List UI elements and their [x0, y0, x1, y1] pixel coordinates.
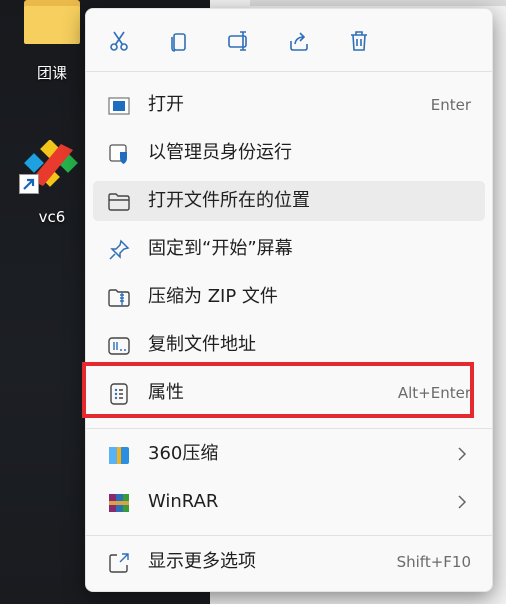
chevron-right-icon	[458, 495, 467, 509]
menu-item-label: 显示更多选项	[148, 551, 256, 572]
menu-item-show-more-options[interactable]: 显示更多选项 Shift+F10	[93, 542, 485, 582]
menu-item-label: WinRAR	[148, 491, 219, 512]
menu-item-copy-path[interactable]: 复制文件地址	[93, 325, 485, 365]
menu-separator	[86, 428, 492, 429]
menu-separator	[86, 71, 492, 72]
share-button[interactable]	[281, 23, 317, 59]
folder-icon	[22, 0, 82, 44]
red-highlight-box	[82, 362, 474, 418]
more-options-icon	[107, 552, 131, 574]
desktop-icon-tuanke[interactable]: 团课	[16, 0, 88, 83]
desktop-icon-label: 团课	[36, 64, 67, 82]
menu-toolbar	[86, 9, 492, 71]
desktop-icon-vc6[interactable]: vc6	[16, 139, 88, 226]
menu-item-label: 打开文件所在的位置	[148, 190, 310, 211]
menu-item-label: 打开	[148, 94, 184, 115]
shield-icon	[107, 143, 131, 165]
copy-button[interactable]	[161, 23, 197, 59]
360-compress-icon	[107, 444, 131, 466]
rename-icon	[228, 31, 247, 51]
menu-item-360-compress[interactable]: 360压缩	[93, 434, 485, 474]
menu-item-label: 复制文件地址	[148, 334, 256, 355]
menu-item-label: 压缩为 ZIP 文件	[148, 286, 278, 307]
copy-icon	[171, 33, 186, 52]
menu-item-pin-to-start[interactable]: 固定到“开始”屏幕	[93, 229, 485, 269]
scissors-icon	[110, 31, 128, 51]
menu-item-shortcut: Shift+F10	[396, 553, 471, 571]
desktop-icon-label: vc6	[38, 208, 66, 226]
cut-button[interactable]	[101, 23, 137, 59]
share-icon	[290, 32, 308, 51]
winrar-icon	[107, 492, 131, 514]
delete-button[interactable]	[341, 23, 377, 59]
shortcut-arrow-icon	[19, 174, 39, 194]
context-menu: 打开 Enter 以管理员身份运行 打开文件所在的位置 固定到“开始”屏幕 压缩…	[85, 8, 493, 592]
folder-icon	[107, 191, 131, 213]
menu-item-open[interactable]: 打开 Enter	[93, 85, 485, 125]
zip-folder-icon	[107, 287, 131, 309]
menu-item-label: 360压缩	[148, 443, 219, 464]
open-window-icon	[107, 95, 131, 117]
pin-icon	[107, 239, 131, 261]
menu-item-compress-zip[interactable]: 压缩为 ZIP 文件	[93, 277, 485, 317]
background-window-edge	[250, 0, 506, 6]
chevron-right-icon	[458, 447, 467, 461]
trash-icon	[351, 31, 367, 51]
rename-button[interactable]	[221, 23, 257, 59]
menu-item-winrar[interactable]: WinRAR	[93, 482, 485, 522]
menu-item-label: 以管理员身份运行	[148, 142, 292, 163]
menu-item-run-as-admin[interactable]: 以管理员身份运行	[93, 133, 485, 173]
menu-item-shortcut: Enter	[430, 96, 471, 114]
menu-item-label: 固定到“开始”屏幕	[148, 238, 293, 259]
menu-separator	[86, 535, 492, 536]
menu-item-open-file-location[interactable]: 打开文件所在的位置	[93, 181, 485, 221]
vc6-app-icon	[19, 139, 83, 200]
copy-path-icon	[107, 335, 131, 357]
